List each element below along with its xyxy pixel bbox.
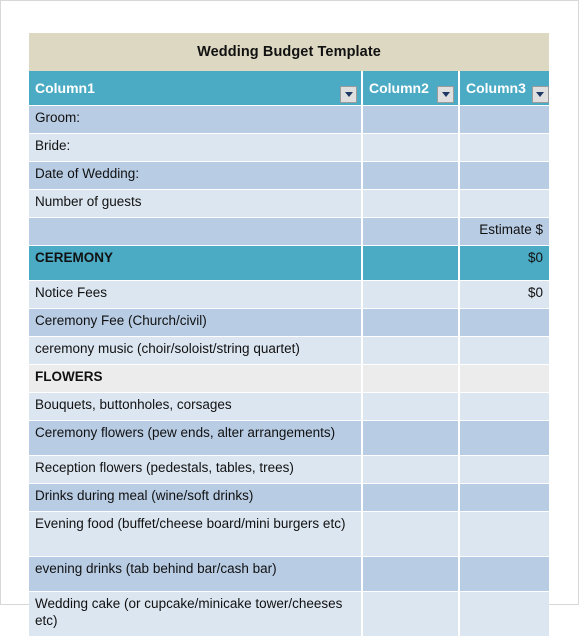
chevron-down-icon[interactable]: [437, 86, 454, 103]
cell-column3[interactable]: [459, 483, 550, 512]
section-row-ceremony[interactable]: CEREMONY $0: [29, 245, 550, 281]
spreadsheet-sheet: Wedding Budget Template Column1 Column2: [29, 33, 550, 637]
wedding-budget-table: Wedding Budget Template Column1 Column2: [29, 33, 550, 637]
chevron-down-icon[interactable]: [531, 86, 549, 103]
table-row[interactable]: evening drinks (tab behind bar/cash bar): [29, 556, 550, 592]
cell-column3[interactable]: [459, 392, 550, 421]
table-row-estimate-header[interactable]: Estimate $: [29, 217, 550, 246]
cell-column3[interactable]: [459, 189, 550, 218]
column-header-column1[interactable]: Column1: [29, 71, 363, 106]
column-header-column3[interactable]: Column3: [459, 71, 550, 106]
table-row[interactable]: Bouquets, buttonholes, corsages: [29, 392, 550, 421]
cell-label[interactable]: Number of guests: [29, 189, 363, 218]
table-row[interactable]: Reception flowers (pedestals, tables, tr…: [29, 455, 550, 484]
table-row[interactable]: Wedding cake (or cupcake/minicake tower/…: [29, 591, 550, 637]
section-row-flowers[interactable]: FLOWERS: [29, 364, 550, 393]
cell-column2[interactable]: [362, 511, 460, 557]
section-title-flowers[interactable]: FLOWERS: [29, 364, 363, 393]
table-row[interactable]: ceremony music (choir/soloist/string qua…: [29, 336, 550, 365]
cell-column2[interactable]: [362, 280, 460, 309]
cell-column2[interactable]: [362, 556, 460, 592]
cell-column3[interactable]: [459, 336, 550, 365]
cell-ceremony-total[interactable]: $0: [459, 245, 550, 281]
cell-column3[interactable]: [459, 308, 550, 337]
column-header-column2[interactable]: Column2: [362, 71, 460, 106]
cell-column2[interactable]: [362, 217, 460, 246]
cell-column2[interactable]: [362, 455, 460, 484]
cell-column2[interactable]: [362, 161, 460, 190]
cell-column2[interactable]: [362, 392, 460, 421]
table-row[interactable]: Notice Fees $0: [29, 280, 550, 309]
cell-column2[interactable]: [362, 483, 460, 512]
cell-label[interactable]: Date of Wedding:: [29, 161, 363, 190]
page-frame: Wedding Budget Template Column1 Column2: [0, 0, 579, 637]
cell-column2[interactable]: [362, 189, 460, 218]
table-header-row: Column1 Column2 Column3: [29, 71, 550, 106]
cell-column3[interactable]: [459, 105, 550, 134]
cell-label[interactable]: Evening food (buffet/cheese board/mini b…: [29, 511, 363, 557]
column-header-label: Column1: [35, 80, 95, 96]
cell-column3[interactable]: [459, 420, 550, 456]
cell-column2[interactable]: [362, 420, 460, 456]
cell-label[interactable]: evening drinks (tab behind bar/cash bar): [29, 556, 363, 592]
table-row[interactable]: Drinks during meal (wine/soft drinks): [29, 483, 550, 512]
cell-column3[interactable]: [459, 364, 550, 393]
cell-label[interactable]: Notice Fees: [29, 280, 363, 309]
table-row[interactable]: Ceremony flowers (pew ends, alter arrang…: [29, 420, 550, 456]
cell-label[interactable]: [29, 217, 363, 246]
cell-column2[interactable]: [362, 364, 460, 393]
cell-column3[interactable]: [459, 511, 550, 557]
section-title-ceremony[interactable]: CEREMONY: [29, 245, 363, 281]
cell-column2[interactable]: [362, 591, 460, 637]
cell-column3[interactable]: [459, 591, 550, 637]
column-header-label: Column2: [369, 80, 429, 96]
cell-label[interactable]: Drinks during meal (wine/soft drinks): [29, 483, 363, 512]
cell-column2[interactable]: [362, 245, 460, 281]
cell-label[interactable]: Reception flowers (pedestals, tables, tr…: [29, 455, 363, 484]
chevron-down-icon[interactable]: [340, 86, 357, 103]
cell-column2[interactable]: [362, 105, 460, 134]
cell-column2[interactable]: [362, 308, 460, 337]
table-title-row: Wedding Budget Template: [29, 33, 550, 71]
cell-label[interactable]: Bouquets, buttonholes, corsages: [29, 392, 363, 421]
column-header-label: Column3: [466, 80, 526, 96]
cell-column3[interactable]: [459, 556, 550, 592]
cell-column2[interactable]: [362, 133, 460, 162]
table-row[interactable]: Number of guests: [29, 189, 550, 218]
page-title: Wedding Budget Template: [29, 33, 550, 71]
cell-label[interactable]: Ceremony flowers (pew ends, alter arrang…: [29, 420, 363, 456]
table-row[interactable]: Date of Wedding:: [29, 161, 550, 190]
cell-column3[interactable]: [459, 133, 550, 162]
cell-label[interactable]: Ceremony Fee (Church/civil): [29, 308, 363, 337]
table-row[interactable]: Evening food (buffet/cheese board/mini b…: [29, 511, 550, 557]
cell-column2[interactable]: [362, 336, 460, 365]
table-row[interactable]: Ceremony Fee (Church/civil): [29, 308, 550, 337]
cell-column3[interactable]: $0: [459, 280, 550, 309]
cell-label[interactable]: Wedding cake (or cupcake/minicake tower/…: [29, 591, 363, 637]
cell-label[interactable]: Groom:: [29, 105, 363, 134]
cell-label[interactable]: ceremony music (choir/soloist/string qua…: [29, 336, 363, 365]
cell-label[interactable]: Bride:: [29, 133, 363, 162]
table-row[interactable]: Groom:: [29, 105, 550, 134]
cell-column3[interactable]: [459, 161, 550, 190]
cell-estimate-label[interactable]: Estimate $: [459, 217, 550, 246]
cell-column3[interactable]: [459, 455, 550, 484]
table-row[interactable]: Bride:: [29, 133, 550, 162]
